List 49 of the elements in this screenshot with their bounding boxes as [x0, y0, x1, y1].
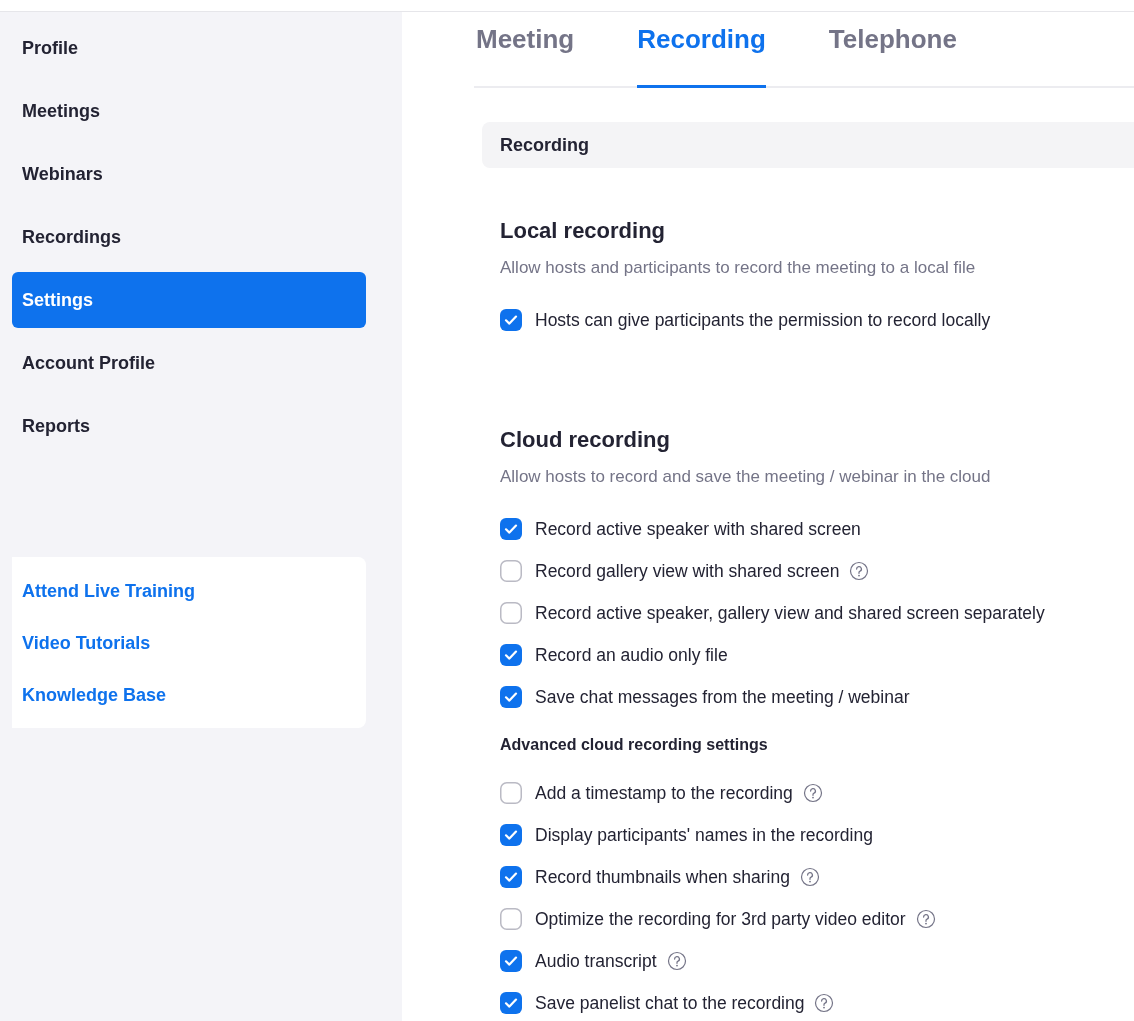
section-title: Cloud recording: [500, 427, 671, 453]
checkbox[interactable]: [500, 824, 522, 846]
checkbox[interactable]: [500, 782, 522, 804]
section-description: Allow hosts to record and save the meeting / webinar in the cloud: [500, 467, 992, 487]
sidebar-item[interactable]: Webinars: [12, 146, 366, 202]
help-icon[interactable]: [849, 561, 870, 581]
sidebar-item[interactable]: Recordings: [12, 209, 366, 265]
option-label: Hosts can give participants the permission to record locally: [535, 309, 991, 331]
subheading: Advanced cloud recording settings: [500, 736, 768, 754]
help-icon[interactable]: [814, 993, 835, 1013]
tab[interactable]: Telephone: [828, 12, 957, 88]
checkbox[interactable]: [500, 560, 522, 582]
option-label: Record thumbnails when sharing: [535, 866, 790, 888]
tab[interactable]: Recording: [637, 12, 766, 88]
section-header-title: Recording: [500, 134, 589, 156]
checkbox[interactable]: [500, 518, 522, 540]
option-label: Display participants' names in the recording: [535, 824, 873, 846]
sidebar-item[interactable]: Account Profile: [12, 335, 366, 391]
help-icon[interactable]: [666, 951, 687, 971]
checkbox[interactable]: [500, 950, 522, 972]
sidebar-item[interactable]: Meetings: [12, 83, 366, 139]
option-label: Save panelist chat to the recording: [535, 992, 805, 1014]
option-label: Record active speaker with shared screen: [535, 518, 861, 540]
checkbox[interactable]: [500, 908, 522, 930]
checkbox[interactable]: [500, 866, 522, 888]
checkbox[interactable]: [500, 992, 522, 1014]
help-icon[interactable]: [799, 867, 820, 887]
option-label: Audio transcript: [535, 950, 657, 972]
checkbox[interactable]: [500, 644, 522, 666]
help-link[interactable]: Video Tutorials: [22, 633, 151, 654]
help-icon[interactable]: [915, 909, 936, 929]
checkbox[interactable]: [500, 602, 522, 624]
help-link[interactable]: Attend Live Training: [22, 581, 195, 602]
option-label: Save chat messages from the meeting / webinar: [535, 686, 910, 708]
option-label: Record gallery view with shared screen: [535, 560, 840, 582]
sidebar-item[interactable]: Profile: [12, 20, 366, 76]
tab[interactable]: Meeting: [476, 12, 575, 88]
section-title: Local recording: [500, 218, 667, 244]
checkbox[interactable]: [500, 686, 522, 708]
help-link[interactable]: Knowledge Base: [22, 685, 167, 706]
option-label: Optimize the recording for 3rd party video editor: [535, 908, 906, 930]
option-label: Add a timestamp to the recording: [535, 782, 793, 804]
sidebar-item[interactable]: Reports: [12, 398, 366, 454]
section-description: Allow hosts and participants to record the meeting to a local file: [500, 258, 977, 278]
help-icon[interactable]: [802, 783, 823, 803]
sidebar-item[interactable]: Settings: [12, 272, 366, 328]
option-label: Record active speaker, gallery view and shared screen separately: [535, 602, 1045, 624]
checkbox[interactable]: [500, 309, 522, 331]
option-label: Record an audio only file: [535, 644, 728, 666]
